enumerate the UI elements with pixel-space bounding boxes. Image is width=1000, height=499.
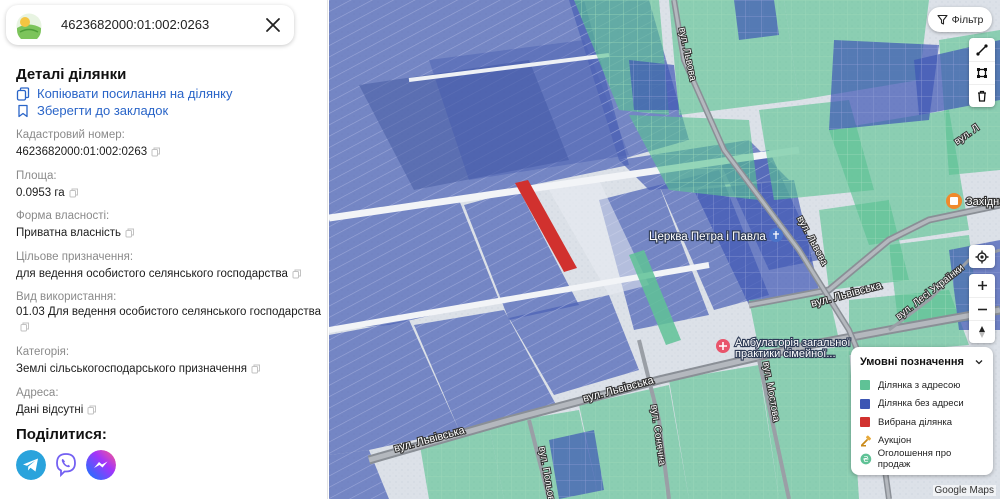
address-text: Дані відсутні [16, 404, 84, 416]
filter-icon [937, 14, 948, 25]
compass-icon [979, 326, 985, 338]
legend-item-without-address: Ділянка без адреси [860, 395, 984, 414]
copy-icon[interactable] [69, 188, 79, 198]
legend-label: Аукціон [878, 435, 912, 447]
draw-toolbar [969, 38, 995, 107]
legend-item-with-address: Ділянка з адресою [860, 376, 984, 395]
copy-icon[interactable] [20, 322, 30, 332]
my-location-button[interactable] [969, 245, 995, 268]
purpose-label: Цільове призначення: [16, 251, 134, 263]
location-icon [975, 250, 989, 263]
share-title: Поділитися: [16, 426, 107, 443]
filter-button[interactable]: Фільтр [928, 7, 992, 32]
plus-icon [977, 281, 987, 290]
compass-button[interactable] [969, 320, 995, 343]
line-tool-icon [976, 43, 988, 56]
copy-icon[interactable] [125, 228, 135, 238]
area-label: Площа: [16, 170, 57, 182]
svg-text:₴: ₴ [863, 455, 869, 464]
area-text: 0.0953 га [16, 187, 65, 199]
address-value: Дані відсутні [16, 404, 97, 416]
legend-label: Ділянка без адреси [878, 398, 964, 410]
legend-panel: Умовні позначення Ділянка з адресою Діля… [851, 347, 993, 475]
legend-item-selected: Вибрана ділянка [860, 413, 984, 432]
copy-icon[interactable] [251, 364, 261, 374]
purpose-text: для ведення особистого селянського госпо… [16, 268, 288, 280]
messenger-icon[interactable] [86, 450, 116, 480]
area-value: 0.0953 га [16, 187, 79, 199]
church-label: Церква Петра і Павла [649, 231, 766, 243]
telegram-icon[interactable] [16, 450, 46, 480]
close-icon[interactable] [262, 14, 284, 36]
auction-icon [861, 435, 871, 447]
copy-link-button[interactable]: Копіювати посилання на ділянку [16, 86, 233, 101]
search-box[interactable]: 4623682000:01:002:0263 [6, 5, 294, 45]
details-panel: 4623682000:01:002:0263 Деталі ділянки Ко… [0, 0, 328, 499]
polygon-tool-icon [977, 68, 987, 78]
usage-text: 01.03 Для ведення особистого селянського… [16, 306, 321, 318]
legend-label: Вибрана ділянка [878, 416, 953, 428]
category-value: Землі сільськогосподарського призначення [16, 363, 261, 375]
chevron-down-icon [975, 360, 983, 365]
legend-swatch [860, 380, 870, 391]
legend-label: Ділянка з адресою [878, 379, 961, 391]
bookmark-icon [18, 104, 28, 117]
legend-swatch [860, 417, 870, 428]
place-label: Західна [966, 196, 1000, 208]
viber-icon[interactable] [51, 450, 81, 480]
zoom-control [969, 274, 995, 343]
legend-title: Умовні позначення [860, 356, 964, 368]
usage-label: Вид використання: [16, 291, 117, 303]
minus-icon [977, 308, 987, 310]
usage-value: 01.03 Для ведення особистого селянського… [16, 306, 321, 318]
copy-icon[interactable] [292, 269, 302, 279]
map-credit: Google Maps [932, 485, 996, 496]
ownership-text: Приватна власність [16, 227, 122, 239]
ambulatory-label-2: практики сімейної... [735, 348, 836, 360]
bookmark-label: Зберегти до закладок [37, 103, 169, 118]
copy-link-icon [16, 86, 30, 101]
cadastral-number-value: 4623682000:01:002:0263 [16, 146, 161, 158]
legend-label: Оголошення про продаж [877, 448, 952, 471]
copy-icon[interactable] [87, 405, 97, 415]
purpose-value: для ведення особистого селянського госпо… [16, 268, 302, 280]
draw-polygon-button[interactable] [969, 61, 995, 84]
copy-link-label: Копіювати посилання на ділянку [37, 86, 233, 101]
bookmark-button[interactable]: Зберегти до закладок [16, 103, 168, 118]
legend-swatch [860, 398, 870, 409]
address-label: Адреса: [16, 387, 59, 399]
search-input[interactable]: 4623682000:01:002:0263 [61, 17, 209, 32]
locate-control [969, 245, 995, 268]
ownership-label: Форма власності: [16, 210, 110, 222]
details-title: Деталі ділянки [16, 66, 127, 83]
logo-icon [16, 13, 42, 39]
legend-item-auction: Аукціон [860, 432, 984, 451]
sale-icon: ₴ [860, 453, 872, 465]
delete-drawing-button[interactable] [969, 84, 995, 107]
zoom-in-button[interactable] [969, 274, 995, 297]
copy-icon[interactable] [151, 147, 161, 157]
trash-icon [978, 90, 986, 102]
draw-line-button[interactable] [969, 38, 995, 61]
category-label: Категорія: [16, 346, 70, 358]
ownership-value: Приватна власність [16, 227, 135, 239]
cadastral-number-label: Кадастровий номер: [16, 129, 125, 141]
category-text: Землі сільськогосподарського призначення [16, 363, 247, 375]
legend-toggle[interactable]: Умовні позначення [860, 356, 984, 368]
cadastral-number-text: 4623682000:01:002:0263 [16, 146, 148, 158]
legend-item-sale: ₴ Оголошення про продаж [860, 448, 984, 471]
filter-label: Фільтр [951, 13, 984, 26]
zoom-out-button[interactable] [969, 297, 995, 320]
